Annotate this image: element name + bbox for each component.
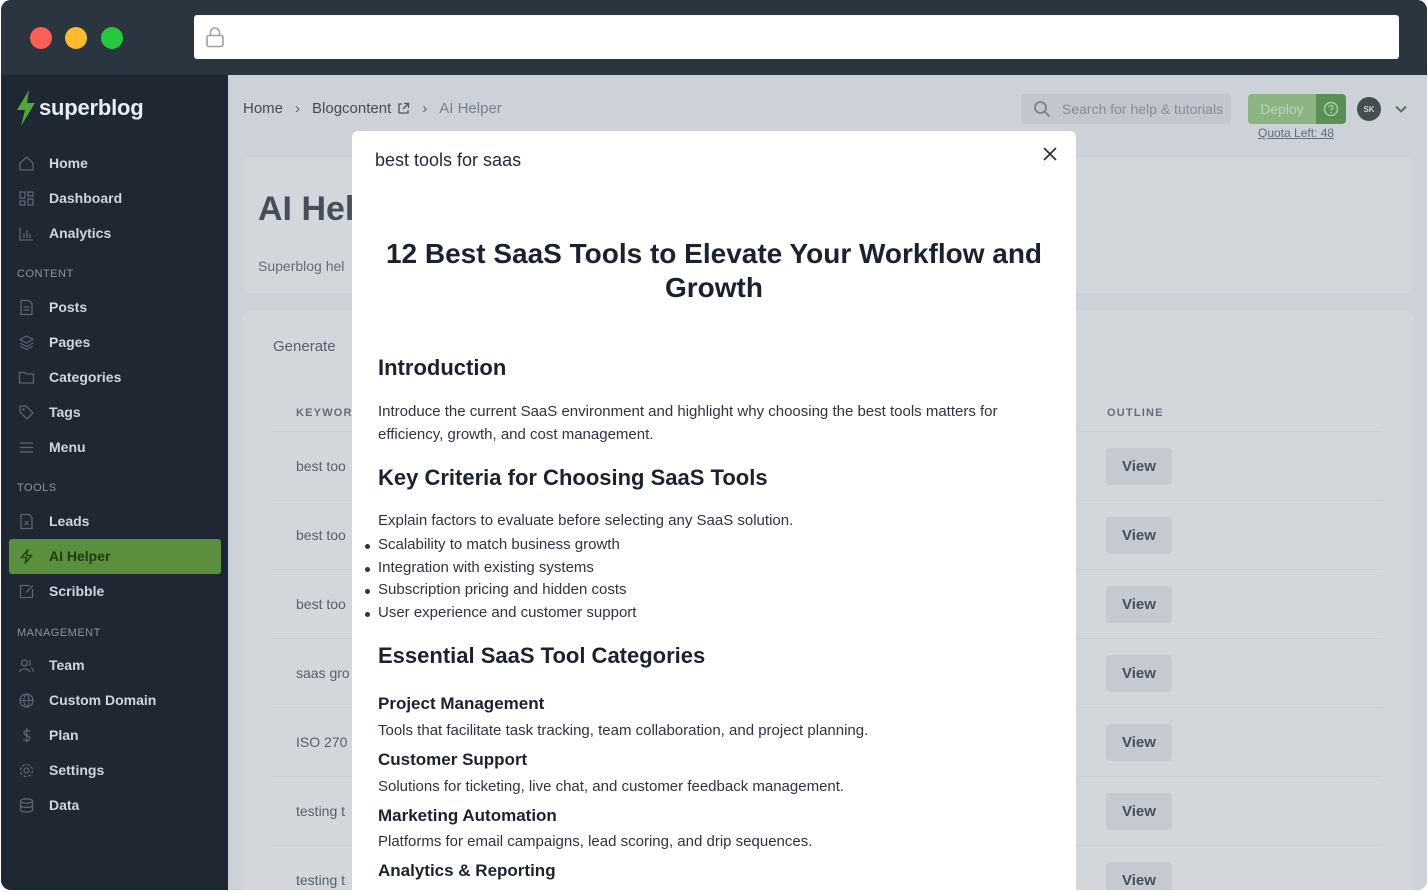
outline-modal: best tools for saas 12 Best SaaS Tools t…	[352, 131, 1076, 892]
menu-icon	[20, 442, 33, 453]
sidebar-item-analytics[interactable]: Analytics	[9, 216, 221, 251]
address-bar[interactable]	[194, 15, 1399, 59]
sidebar-item-menu[interactable]: Menu	[9, 430, 221, 465]
section-content-label: CONTENT	[17, 268, 74, 280]
sidebar-item-custom-domain[interactable]: Custom Domain	[9, 683, 221, 718]
modal-title: best tools for saas	[375, 150, 522, 170]
article-title: 12 Best SaaS Tools to Elevate Your Workf…	[385, 238, 1043, 303]
list-item: User experience and customer support	[365, 604, 636, 621]
sidebar-item-data[interactable]: Data	[9, 788, 221, 823]
bolt-icon	[20, 549, 33, 564]
sidebar-item-categories[interactable]: Categories	[9, 360, 221, 395]
sidebar-item-plan[interactable]: Plan	[9, 718, 221, 753]
intro-paragraph: Introduce the current SaaS environment a…	[378, 403, 998, 443]
pages-icon	[18, 335, 35, 351]
category-description: Solutions for ticketing, live chat, and …	[378, 778, 845, 795]
bullet-icon	[365, 612, 370, 617]
dollar-icon	[23, 728, 31, 743]
criteria-paragraph: Explain factors to evaluate before selec…	[378, 512, 794, 529]
bullet-icon	[365, 567, 370, 572]
sidebar-item-home[interactable]: Home	[9, 146, 221, 181]
tag-icon	[19, 405, 34, 420]
section-tools-label: TOOLS	[17, 482, 57, 494]
section-management-label: MANAGEMENT	[17, 627, 101, 639]
category-description: Platforms for email campaigns, lead scor…	[378, 833, 813, 850]
lock-icon	[206, 27, 224, 48]
globe-icon	[19, 693, 34, 708]
category-heading: Customer Support	[378, 750, 528, 769]
leads-icon	[20, 513, 33, 530]
category-heading: Project Management	[378, 694, 545, 713]
dashboard-icon	[19, 191, 34, 206]
logo-text: superblog	[39, 95, 144, 120]
bullet-icon	[365, 544, 370, 549]
close-icon[interactable]	[1041, 145, 1059, 163]
category-description: Tools that facilitate task tracking, tea…	[378, 722, 869, 739]
scribble-icon	[19, 584, 34, 599]
home-icon	[19, 156, 34, 171]
gear-icon	[19, 763, 34, 778]
bullet-icon	[365, 589, 370, 594]
list-item: Integration with existing systems	[365, 559, 594, 576]
heading-introduction: Introduction	[378, 355, 507, 380]
close-window-button[interactable]	[30, 27, 52, 49]
team-icon	[18, 659, 35, 673]
sidebar-item-settings[interactable]: Settings	[9, 753, 221, 788]
category-heading: Analytics & Reporting	[378, 861, 556, 880]
list-item: Subscription pricing and hidden costs	[365, 581, 626, 598]
minimize-window-button[interactable]	[65, 27, 87, 49]
database-icon	[19, 798, 34, 813]
sidebar-item-scribble[interactable]: Scribble	[9, 574, 221, 609]
posts-icon	[20, 299, 33, 316]
sidebar-item-dashboard[interactable]: Dashboard	[9, 181, 221, 216]
category-heading: Marketing Automation	[378, 806, 557, 825]
heading-key-criteria: Key Criteria for Choosing SaaS Tools	[378, 465, 768, 490]
bolt-logo-icon	[17, 90, 35, 126]
browser-chrome	[1, 0, 1427, 75]
sidebar: superblog Home Dashboard Analytics CONTE…	[1, 75, 228, 890]
analytics-icon	[19, 227, 33, 241]
sidebar-item-pages[interactable]: Pages	[9, 325, 221, 360]
folder-icon	[18, 371, 35, 384]
maximize-window-button[interactable]	[101, 27, 123, 49]
sidebar-item-ai-helper[interactable]: AI Helper	[9, 539, 221, 574]
sidebar-item-posts[interactable]: Posts	[9, 290, 221, 325]
superblog-logo[interactable]: superblog	[15, 88, 144, 128]
sidebar-item-team[interactable]: Team	[9, 648, 221, 683]
heading-tool-categories: Essential SaaS Tool Categories	[378, 643, 706, 668]
sidebar-item-leads[interactable]: Leads	[9, 504, 221, 539]
sidebar-item-tags[interactable]: Tags	[9, 395, 221, 430]
list-item: Scalability to match business growth	[365, 536, 620, 553]
